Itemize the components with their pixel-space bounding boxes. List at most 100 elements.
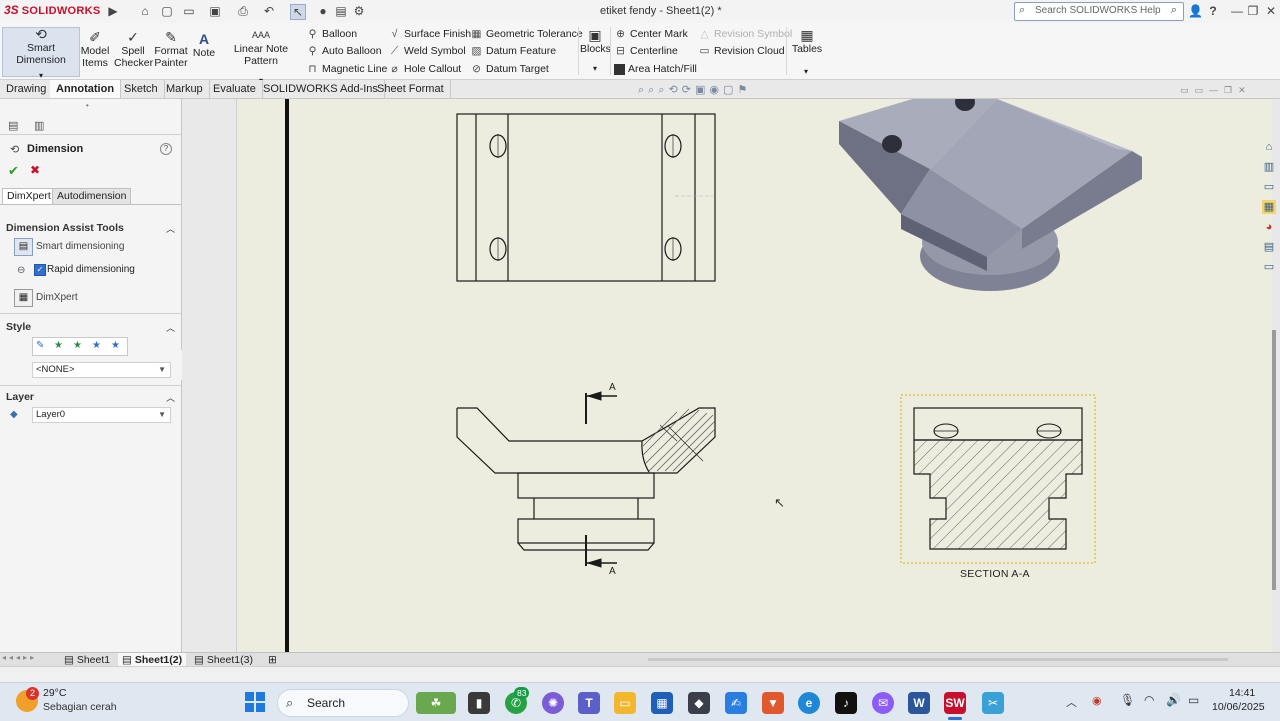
annotation-more-dropdown-icon[interactable]: ▾	[804, 67, 808, 76]
close-window-icon[interactable]: ✕	[1264, 4, 1278, 18]
smart-dimensioning-option[interactable]: Smart dimensioning	[36, 241, 124, 252]
center-mark-button[interactable]: ⊕ Center Mark	[614, 26, 688, 42]
horizontal-scrollbar[interactable]	[648, 658, 1228, 661]
blocks-dropdown-icon[interactable]: ▾	[580, 63, 610, 75]
panel-collapse-handle[interactable]: •	[86, 101, 89, 110]
new-document-icon[interactable]: ▢	[160, 4, 174, 18]
file-explorer-taskbar-icon[interactable]: ▭	[614, 692, 636, 714]
save-icon[interactable]: ▣	[208, 4, 222, 18]
clock-time[interactable]: 14:41	[1229, 687, 1255, 699]
vertical-scrollbar[interactable]	[1272, 330, 1276, 590]
edge-browser-icon[interactable]: e	[798, 692, 820, 714]
datum-feature-button[interactable]: ▨ Datum Feature	[470, 43, 557, 59]
note-button[interactable]: A Note	[190, 32, 218, 59]
revision-symbol-button[interactable]: △ Revision Symbol	[698, 26, 792, 42]
add-style-icon[interactable]: ★	[54, 340, 63, 351]
tab-drawing[interactable]: Drawing	[0, 80, 54, 98]
print-icon[interactable]: ⎙	[236, 4, 250, 18]
revision-cloud-button[interactable]: ▭ Revision Cloud	[698, 43, 785, 59]
home-icon[interactable]: ⌂	[138, 4, 152, 18]
collapse-chevron-icon[interactable]: ︿	[166, 222, 175, 235]
tab-sketch[interactable]: Sketch	[118, 80, 165, 98]
menu-expand-icon[interactable]: ▶	[106, 4, 120, 18]
forum-icon[interactable]: ▭	[1262, 260, 1276, 274]
rotate-view-icon[interactable]: ⟲	[669, 84, 682, 96]
apply-default-style-icon[interactable]: ✎	[36, 340, 44, 351]
help-icon[interactable]: ?	[1206, 4, 1220, 18]
sheet-tab-2[interactable]: ▤ Sheet1(2)	[118, 653, 187, 667]
style-select[interactable]: <NONE> ▼	[32, 362, 171, 378]
open-folder-icon[interactable]: ▭	[182, 4, 196, 18]
volume-icon[interactable]: 🔊	[1166, 693, 1181, 707]
design-library-icon[interactable]: ▥	[1262, 160, 1276, 174]
save-style-icon[interactable]: ★	[92, 340, 101, 351]
zoom-to-fit-icon[interactable]: ⌕	[638, 84, 648, 96]
format-painter-button[interactable]: ✎ Format Painter	[153, 30, 189, 69]
taskbar-search[interactable]: ⌕ Search	[277, 689, 409, 717]
windows-start-icon[interactable]	[245, 692, 265, 712]
tiktok-icon[interactable]: ♪	[835, 692, 857, 714]
update-style-icon[interactable]: ★	[73, 340, 82, 351]
property-manager-icon[interactable]: ▥	[34, 119, 44, 132]
balloon-button[interactable]: ⚲ Balloon	[306, 26, 357, 42]
linear-note-pattern-button[interactable]: AAA Linear Note Pattern ▾	[219, 29, 303, 87]
auto-balloon-button[interactable]: ⚲ Auto Balloon	[306, 43, 382, 59]
previous-view-icon[interactable]: ⌕	[658, 84, 668, 96]
subtab-dimxpert[interactable]: DimXpert	[2, 188, 56, 204]
sheet-tab-1[interactable]: ▤ Sheet1	[60, 653, 114, 667]
sketch-app-icon[interactable]: ✍	[725, 692, 747, 714]
file-explorer-icon[interactable]: ▭	[1262, 180, 1276, 194]
help-search-input[interactable]: ⌕ Search SOLIDWORKS Help ⌕	[1014, 2, 1184, 21]
user-account-icon[interactable]: 👤	[1188, 4, 1203, 18]
copilot-icon[interactable]: ✺	[542, 692, 564, 714]
load-style-icon[interactable]: ★	[111, 340, 120, 351]
weld-symbol-button[interactable]: ⟋ Weld Symbol	[388, 43, 466, 59]
smart-dimension-button[interactable]: ⟲ Smart Dimension ▾	[2, 27, 80, 80]
tray-app-icon[interactable]: ◉	[1092, 694, 1102, 707]
viewport-tile-icon[interactable]: ▭	[1195, 85, 1210, 95]
feature-manager-icon[interactable]: ▤	[8, 119, 18, 132]
datum-target-button[interactable]: ⊘ Datum Target	[470, 61, 549, 77]
rapid-dimensioning-checkbox[interactable]: ✓	[34, 264, 46, 276]
tab-evaluate[interactable]: Evaluate	[207, 80, 263, 98]
task-view-icon[interactable]: ▮	[468, 692, 490, 714]
snipping-tool-icon[interactable]: ✂	[982, 692, 1004, 714]
rebuild-icon[interactable]: ●	[316, 4, 330, 18]
sheet-tab-3[interactable]: ▤ Sheet1(3)	[190, 653, 257, 667]
search-go-icon[interactable]: ⌕	[1171, 4, 1177, 17]
view-palette-icon[interactable]: ▦	[1262, 200, 1276, 214]
options-gear-icon[interactable]: ⚙	[352, 4, 366, 18]
hole-callout-button[interactable]: ⌀ Hole Callout	[388, 61, 461, 77]
wifi-icon[interactable]: ◠	[1144, 693, 1154, 707]
viewport-close-icon[interactable]: ✕	[1238, 85, 1252, 95]
ok-checkmark-icon[interactable]: ✔	[8, 163, 19, 179]
magnetic-line-button[interactable]: ⊓ Magnetic Line	[306, 61, 387, 77]
tab-annotation[interactable]: Annotation	[50, 80, 122, 98]
messenger-icon[interactable]: ✉	[872, 692, 894, 714]
collapse-chevron-icon[interactable]: ︿	[166, 321, 175, 334]
smart-dimensioning-icon[interactable]: ▤	[14, 238, 33, 256]
select-pointer-icon[interactable]: ↖	[290, 4, 306, 20]
view-settings-icon[interactable]: ▢	[723, 84, 737, 96]
tables-button[interactable]: ▦ Tables	[790, 28, 824, 55]
battery-icon[interactable]: ▭	[1188, 693, 1199, 707]
word-icon[interactable]: W	[908, 692, 930, 714]
refresh-view-icon[interactable]: ⟳	[682, 84, 695, 96]
panel-help-icon[interactable]: ?	[160, 143, 172, 155]
spell-checker-button[interactable]: ✓ Spell Checker	[114, 30, 153, 69]
display-style-icon[interactable]: ▣	[695, 84, 709, 96]
tab-sheet-format[interactable]: Sheet Format	[371, 80, 451, 98]
solidworks-resources-icon[interactable]: ⌂	[1262, 140, 1276, 154]
area-hatch-button[interactable]: ▩ Area Hatch/Fill	[614, 61, 697, 77]
centerline-button[interactable]: ⊟ Centerline	[614, 43, 678, 59]
chevron-up-icon[interactable]: ︿	[1066, 694, 1077, 710]
hide-show-items-icon[interactable]: ◉	[709, 84, 723, 96]
viewport-split-icon[interactable]: ▭	[1180, 85, 1195, 95]
geometric-tolerance-button[interactable]: ▦ Geometric Tolerance	[470, 26, 583, 42]
solidworks-logo[interactable]: 3S SOLIDWORKS	[4, 3, 104, 20]
dimxpert-icon[interactable]: ▦	[14, 289, 33, 307]
surface-finish-button[interactable]: √ Surface Finish	[388, 26, 472, 42]
blocks-button[interactable]: ▣ Blocks ▾	[580, 28, 611, 75]
viewport-minimize-icon[interactable]: —	[1209, 85, 1224, 95]
dimxpert-option[interactable]: DimXpert	[36, 292, 78, 303]
